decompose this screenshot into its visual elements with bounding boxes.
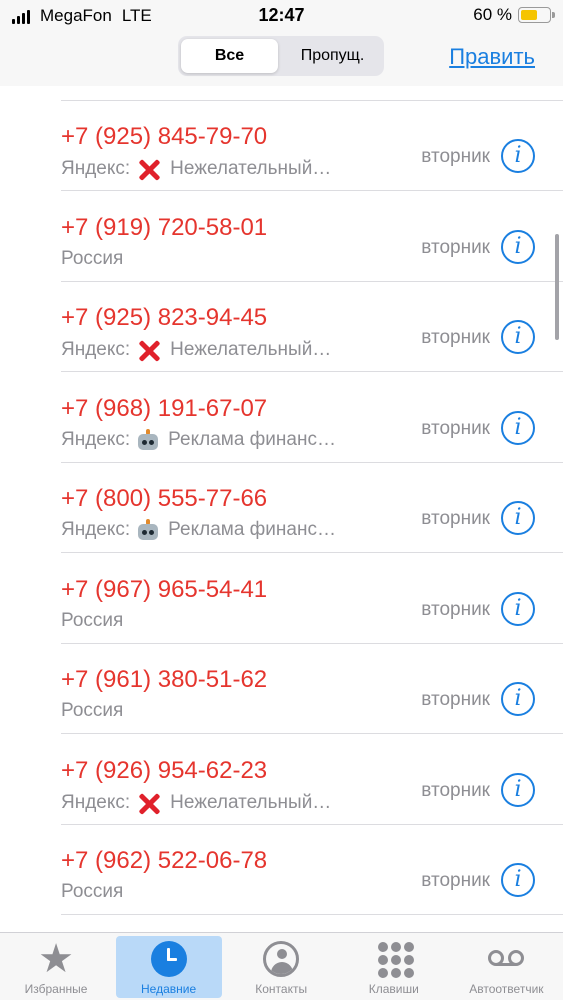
segment-all[interactable]: Все [181,39,278,73]
caller-label: Россия [61,700,124,721]
call-row[interactable]: +7 (925) 845-79-70 Яндекс: Нежелательный… в… [0,101,563,191]
calls-filter-segmented-control: Все Пропущ. [178,36,384,76]
red-x-icon [136,791,162,815]
caller-number: +7 (800) 555-77-66 [61,485,268,512]
caller-subtitle: Россия [61,700,123,722]
tab-voicemail[interactable]: Автоответчик [450,933,562,1000]
call-day: вторник [421,689,490,710]
call-day: вторник [421,870,490,891]
tab-label: Автоответчик [469,982,544,996]
caller-label: Яндекс: [61,339,131,360]
recent-calls-list: +7 (925) 845-79-70 Яндекс: Нежелательный… в… [0,86,563,932]
clock-icon [150,941,187,977]
tab-clock[interactable]: Недавние [113,933,225,1000]
robot-icon [136,428,160,451]
tab-star[interactable]: ★ Избранные [0,933,112,1000]
star-icon: ★ [38,937,74,981]
caller-subtitle: Яндекс: Нежелательный… [61,338,331,362]
info-icon[interactable]: i [501,139,535,173]
tab-label: Недавние [141,982,197,996]
edit-button[interactable]: Править [449,44,535,70]
keypad-icon [376,941,414,978]
battery-percent: 60 % [473,5,512,24]
caller-subtitle: Яндекс: Нежелательный… [61,157,331,181]
call-row[interactable]: +7 (968) 191-67-07 Яндекс: Реклама финанс…… [0,373,563,463]
phone-recents-screen: MegaFon LTE 12:47 60 % Все Пропущ. Прави… [0,0,563,1000]
tab-bar: ★ Избранные Недавние Контакты Клавиши Автоотв… [0,932,563,1000]
battery-icon [518,7,555,23]
caller-label: Яндекс: [61,519,131,540]
caller-number: +7 (925) 845-79-70 [61,123,268,150]
spam-description: Нежелательный… [170,791,332,813]
caller-subtitle: Яндекс: Нежелательный… [61,791,331,815]
status-right: 60 % [473,5,555,25]
info-icon[interactable]: i [501,320,535,354]
contacts-icon [263,941,300,977]
caller-subtitle: Россия [61,881,123,903]
scrollbar[interactable] [555,234,559,340]
navigation-bar: Все Пропущ. Править [0,30,563,86]
tab-keypad[interactable]: Клавиши [338,933,450,1000]
caller-label: Россия [61,609,124,631]
caller-label: Россия [61,247,124,269]
caller-number: +7 (926) 954-62-23 [61,756,268,784]
call-day: вторник [421,146,490,167]
red-x-icon [136,157,162,181]
robot-icon [136,519,160,541]
caller-number: +7 (962) 522-06-78 [61,847,268,874]
call-day: вторник [421,779,490,801]
caller-label: Яндекс: [61,158,131,179]
caller-subtitle: Россия [61,248,123,270]
spam-description: Нежелательный… [170,158,332,179]
row-divider [61,914,563,915]
tab-contacts[interactable]: Контакты [225,933,337,1000]
call-row[interactable]: +7 (961) 380-51-62 Россия вторник i [0,644,563,734]
voicemail-icon [488,941,525,977]
caller-number: +7 (961) 380-51-62 [61,666,268,693]
call-day: вторник [421,508,490,529]
caller-subtitle: Яндекс: Реклама финанс… [61,428,336,451]
call-day: вторник [421,598,490,620]
call-day: вторник [421,417,490,439]
call-row[interactable]: +7 (800) 555-77-66 Яндекс: Реклама финанс…… [0,463,563,553]
status-bar: MegaFon LTE 12:47 60 % [0,0,563,30]
info-icon[interactable]: i [501,501,535,535]
info-icon[interactable]: i [501,410,535,445]
tab-label: Избранные [24,982,88,996]
call-row[interactable]: +7 (925) 823-94-45 Яндекс: Нежелательный… в… [0,282,563,372]
spam-description: Нежелательный… [170,339,332,360]
caller-subtitle: Яндекс: Реклама финанс… [61,519,336,541]
spam-description: Реклама финанс… [168,519,336,540]
red-x-icon [136,338,162,362]
segment-missed[interactable]: Пропущ. [284,39,381,73]
info-icon[interactable]: i [501,772,535,807]
call-row[interactable]: +7 (962) 522-06-78 Россия вторник i [0,825,563,915]
info-icon[interactable]: i [501,591,535,626]
caller-label: Яндекс: [61,428,131,450]
tab-label: Контакты [255,982,308,996]
spam-description: Реклама финанс… [168,428,336,450]
call-row[interactable]: +7 (967) 965-54-41 Россия вторник i [0,554,563,644]
caller-label: Яндекс: [61,791,131,813]
caller-label: Россия [61,881,124,902]
caller-subtitle: Россия [61,610,123,632]
call-row[interactable]: +7 (919) 720-58-01 Россия вторник i [0,192,563,282]
tab-label: Клавиши [368,982,419,996]
battery-level-fill [521,10,538,20]
call-row[interactable]: +7 (926) 954-62-23 Яндекс: Нежелательный… в… [0,735,563,825]
info-icon[interactable]: i [501,229,535,264]
caller-number: +7 (968) 191-67-07 [61,394,268,422]
info-icon[interactable]: i [501,863,535,897]
caller-number: +7 (919) 720-58-01 [61,213,268,241]
info-icon[interactable]: i [501,682,535,716]
call-day: вторник [421,236,490,258]
call-day: вторник [421,327,490,348]
caller-number: +7 (925) 823-94-45 [61,304,268,331]
caller-number: +7 (967) 965-54-41 [61,575,268,603]
